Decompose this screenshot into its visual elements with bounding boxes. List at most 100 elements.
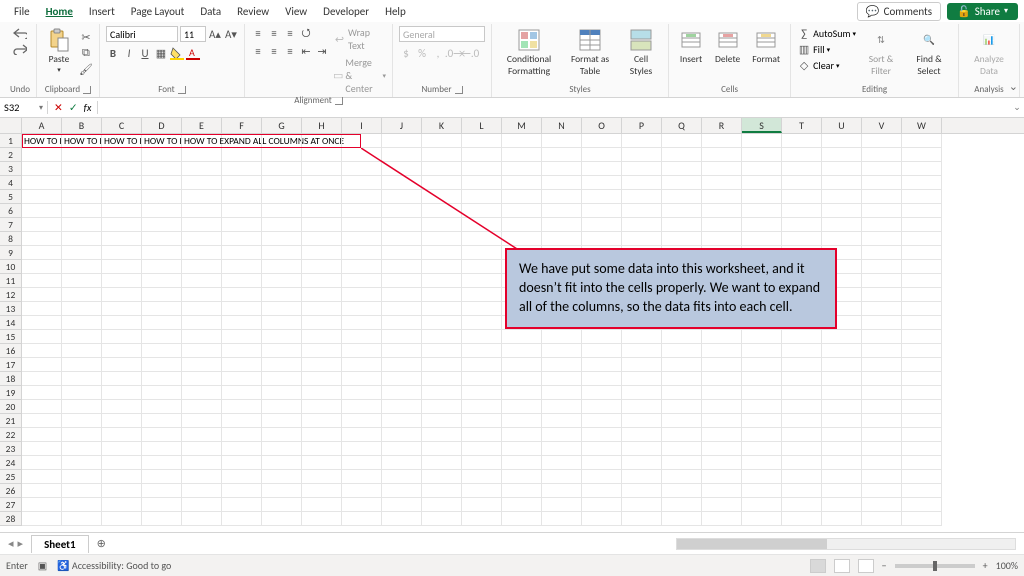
cell-B21[interactable] (62, 414, 102, 428)
comments-button[interactable]: 💬 Comments (857, 2, 941, 21)
cell-B24[interactable] (62, 456, 102, 470)
cell-N21[interactable] (542, 414, 582, 428)
borders-icon[interactable]: ▦ (154, 46, 168, 60)
cell-K3[interactable] (422, 162, 462, 176)
cell-I21[interactable] (342, 414, 382, 428)
menu-developer[interactable]: Developer (315, 2, 377, 21)
cell-A27[interactable] (22, 498, 62, 512)
cell-S26[interactable] (742, 484, 782, 498)
cell-D16[interactable] (142, 344, 182, 358)
cell-V19[interactable] (862, 386, 902, 400)
spreadsheet-grid[interactable]: ABCDEFGHIJKLMNOPQRSTUVW 1HOW TO EHOW TO … (0, 118, 1024, 532)
cell-Q25[interactable] (662, 470, 702, 484)
row-header-24[interactable]: 24 (0, 456, 22, 470)
cell-E28[interactable] (182, 512, 222, 526)
currency-icon[interactable]: $ (399, 46, 413, 60)
cell-P1[interactable] (622, 134, 662, 148)
cell-F20[interactable] (222, 400, 262, 414)
cell-L24[interactable] (462, 456, 502, 470)
cell-P6[interactable] (622, 204, 662, 218)
cell-F25[interactable] (222, 470, 262, 484)
cell-J27[interactable] (382, 498, 422, 512)
cell-K18[interactable] (422, 372, 462, 386)
cell-W21[interactable] (902, 414, 942, 428)
cell-T27[interactable] (782, 498, 822, 512)
cell-G15[interactable] (262, 330, 302, 344)
menu-help[interactable]: Help (377, 2, 414, 21)
cell-E24[interactable] (182, 456, 222, 470)
cell-J8[interactable] (382, 232, 422, 246)
cell-F8[interactable] (222, 232, 262, 246)
cell-R15[interactable] (702, 330, 742, 344)
view-normal-icon[interactable] (810, 559, 826, 573)
column-header-L[interactable]: L (462, 118, 502, 133)
cell-F3[interactable] (222, 162, 262, 176)
row-header-19[interactable]: 19 (0, 386, 22, 400)
cell-A3[interactable] (22, 162, 62, 176)
cell-F27[interactable] (222, 498, 262, 512)
cell-E10[interactable] (182, 260, 222, 274)
cell-A1[interactable]: HOW TO E (22, 134, 62, 148)
cell-D7[interactable] (142, 218, 182, 232)
cell-U16[interactable] (822, 344, 862, 358)
cell-P7[interactable] (622, 218, 662, 232)
cell-D5[interactable] (142, 190, 182, 204)
cell-R17[interactable] (702, 358, 742, 372)
cell-I12[interactable] (342, 288, 382, 302)
cell-U4[interactable] (822, 176, 862, 190)
sheet-tab-sheet1[interactable]: Sheet1 (31, 535, 89, 553)
cell-B10[interactable] (62, 260, 102, 274)
cell-I13[interactable] (342, 302, 382, 316)
cell-W26[interactable] (902, 484, 942, 498)
cell-I22[interactable] (342, 428, 382, 442)
cell-F4[interactable] (222, 176, 262, 190)
cell-T28[interactable] (782, 512, 822, 526)
cell-V14[interactable] (862, 316, 902, 330)
cell-M20[interactable] (502, 400, 542, 414)
cell-D22[interactable] (142, 428, 182, 442)
cell-L22[interactable] (462, 428, 502, 442)
cell-F19[interactable] (222, 386, 262, 400)
cell-D11[interactable] (142, 274, 182, 288)
cell-E25[interactable] (182, 470, 222, 484)
cell-Q26[interactable] (662, 484, 702, 498)
cell-T3[interactable] (782, 162, 822, 176)
cell-I8[interactable] (342, 232, 382, 246)
cell-A7[interactable] (22, 218, 62, 232)
cell-E2[interactable] (182, 148, 222, 162)
cell-O15[interactable] (582, 330, 622, 344)
cell-E18[interactable] (182, 372, 222, 386)
cell-D26[interactable] (142, 484, 182, 498)
column-header-E[interactable]: E (182, 118, 222, 133)
cell-U6[interactable] (822, 204, 862, 218)
cell-V1[interactable] (862, 134, 902, 148)
cell-W2[interactable] (902, 148, 942, 162)
column-header-H[interactable]: H (302, 118, 342, 133)
align-right-icon[interactable]: ≡ (283, 44, 297, 58)
cell-R19[interactable] (702, 386, 742, 400)
cell-L7[interactable] (462, 218, 502, 232)
cell-B22[interactable] (62, 428, 102, 442)
cell-J7[interactable] (382, 218, 422, 232)
cell-G2[interactable] (262, 148, 302, 162)
view-page-layout-icon[interactable] (834, 559, 850, 573)
copy-icon[interactable]: ⧉ (79, 46, 93, 60)
cell-I15[interactable] (342, 330, 382, 344)
cell-D6[interactable] (142, 204, 182, 218)
format-as-table-button[interactable]: Format as Table (564, 26, 616, 79)
cell-I23[interactable] (342, 442, 382, 456)
cell-S16[interactable] (742, 344, 782, 358)
column-header-C[interactable]: C (102, 118, 142, 133)
cell-C19[interactable] (102, 386, 142, 400)
cell-U22[interactable] (822, 428, 862, 442)
decrease-font-icon[interactable]: A▾ (224, 27, 238, 41)
cell-M26[interactable] (502, 484, 542, 498)
align-center-icon[interactable]: ≡ (267, 44, 281, 58)
cell-F21[interactable] (222, 414, 262, 428)
column-header-R[interactable]: R (702, 118, 742, 133)
cell-O7[interactable] (582, 218, 622, 232)
undo-icon[interactable] (13, 26, 27, 40)
cell-I20[interactable] (342, 400, 382, 414)
cell-K20[interactable] (422, 400, 462, 414)
cell-G3[interactable] (262, 162, 302, 176)
